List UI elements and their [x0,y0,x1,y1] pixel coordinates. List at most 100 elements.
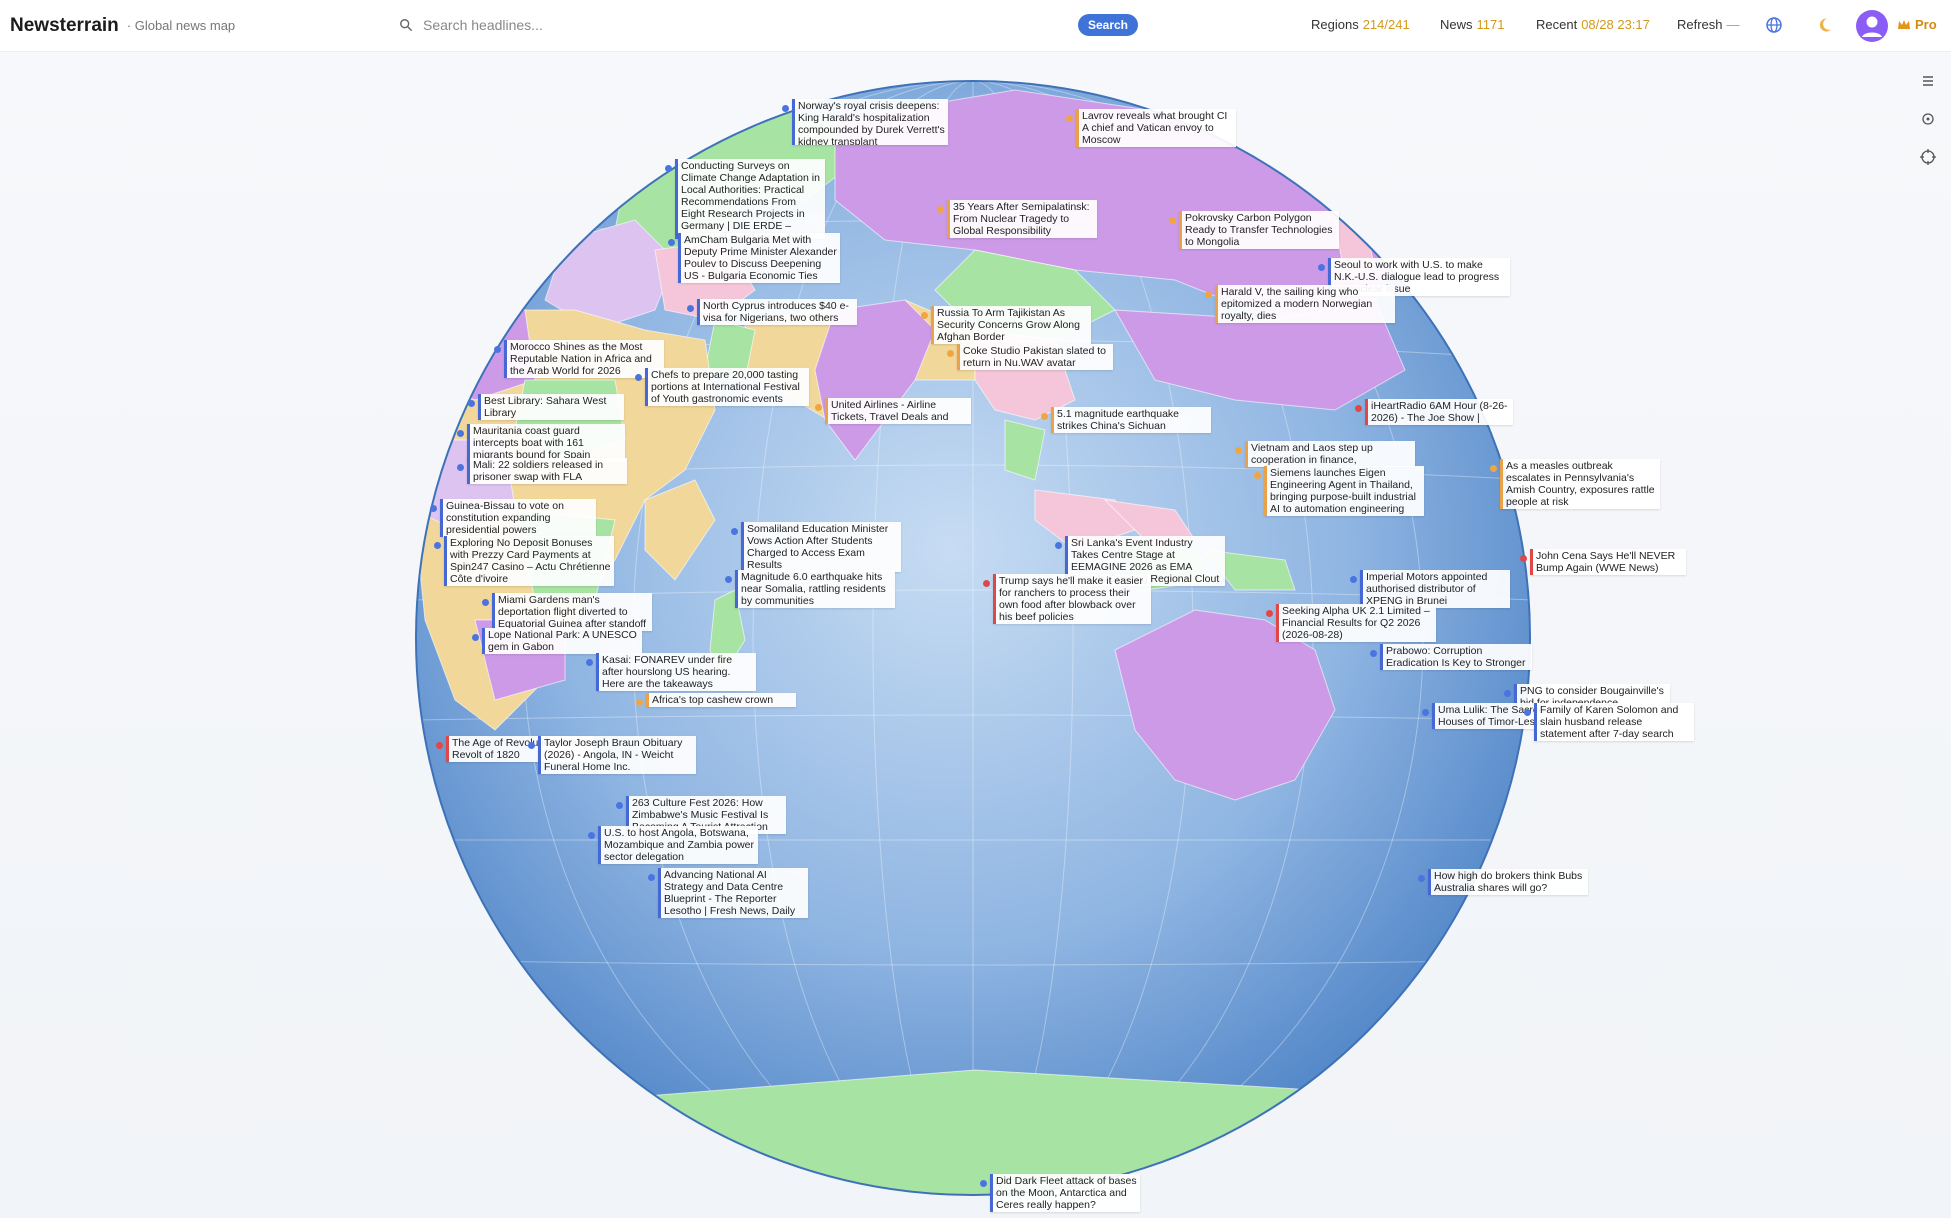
news-pin[interactable] [635,374,642,381]
news-pin[interactable] [1169,217,1176,224]
news-pin[interactable] [616,802,623,809]
headline-label[interactable]: United Airlines - Airline Tickets, Trave… [825,398,971,424]
headline-label[interactable]: Guinea-Bissau to vote on constitution ex… [440,499,596,537]
news-pin[interactable] [947,350,954,357]
news-pin[interactable] [457,430,464,437]
headline-label[interactable]: Magnitude 6.0 earthquake hits near Somal… [735,570,895,608]
news-pin[interactable] [1355,405,1362,412]
news-pin[interactable] [937,206,944,213]
headline-label[interactable]: Family of Karen Solomon and slain husban… [1534,703,1694,741]
news-pin[interactable] [1524,709,1531,716]
headline-label[interactable]: Best Library: Sahara West Library [478,394,624,420]
headline-label[interactable]: Exploring No Deposit Bonuses with Prezzy… [444,536,614,586]
news-pin[interactable] [482,599,489,606]
headline-label[interactable]: Imperial Motors appointed authorised dis… [1360,570,1510,608]
headline-label[interactable]: Somaliland Education Minister Vows Actio… [741,522,901,572]
refresh-label: Refresh [1677,17,1723,32]
avatar[interactable] [1855,9,1889,43]
headline-label[interactable]: Lope National Park: A UNESCO gem in Gabo… [482,628,642,654]
headline-label[interactable]: Lavrov reveals what brought CI A chief a… [1076,109,1236,147]
headline-label[interactable]: iHeartRadio 6AM Hour (8-26-2026) - The J… [1365,399,1513,425]
headline-label[interactable]: John Cena Says He'll NEVER Bump Again (W… [1530,549,1686,575]
headline-label[interactable]: Mauritania coast guard intercepts boat w… [467,424,625,462]
news-pin[interactable] [436,742,443,749]
news-pin[interactable] [1422,709,1429,716]
headline-label[interactable]: Siemens launches Eigen Engineering Agent… [1264,466,1424,516]
news-pin[interactable] [1055,542,1062,549]
news-pin[interactable] [1350,576,1357,583]
headline-label[interactable]: Advancing National AI Strategy and Data … [658,868,808,918]
headline-label[interactable]: Trump says he'll make it easier for ranc… [993,574,1151,624]
news-pin[interactable] [1490,465,1497,472]
news-pin[interactable] [1418,875,1425,882]
news-pin[interactable] [1266,610,1273,617]
news-pin[interactable] [434,542,441,549]
news-pin[interactable] [1318,264,1325,271]
news-pin[interactable] [1520,555,1527,562]
target-icon[interactable] [1917,108,1939,130]
news-pin[interactable] [1254,472,1261,479]
news-value: 1171 [1476,17,1505,32]
news-pin[interactable] [725,576,732,583]
news-pin[interactable] [687,305,694,312]
headline-label[interactable]: Mali: 22 soldiers released in prisoner s… [467,458,627,484]
headline-label[interactable]: 5.1 magnitude earthquake strikes China's… [1051,407,1211,433]
news-pin[interactable] [921,312,928,319]
news-pin[interactable] [665,165,672,172]
news-pin[interactable] [430,505,437,512]
headline-label[interactable]: How high do brokers think Bubs Australia… [1428,869,1588,895]
globe-icon[interactable] [1764,15,1784,35]
news-pin[interactable] [528,742,535,749]
news-pin[interactable] [668,239,675,246]
search-button[interactable]: Search [1078,14,1138,36]
headline-label[interactable]: Did Dark Fleet attack of bases on the Mo… [990,1174,1140,1212]
news-pin[interactable] [636,699,643,706]
news-pin[interactable] [1370,650,1377,657]
news-pin[interactable] [472,634,479,641]
headline-label[interactable]: Morocco Shines as the Most Reputable Nat… [504,340,664,378]
headline-label[interactable]: 35 Years After Semipalatinsk: From Nucle… [947,200,1097,238]
news-pin[interactable] [980,1180,987,1187]
headline-label[interactable]: Vietnam and Laos step up cooperation in … [1245,441,1415,467]
headline-label[interactable]: Pokrovsky Carbon Polygon Ready to Transf… [1179,211,1339,249]
news-pin[interactable] [1066,115,1073,122]
headline-label[interactable]: Africa's top cashew crown [646,693,796,707]
app-logo[interactable]: Newsterrain [10,15,119,37]
moon-icon[interactable] [1814,15,1834,35]
headline-label[interactable]: Harald V, the sailing king who epitomize… [1215,285,1395,323]
headline-label[interactable]: AmCham Bulgaria Met with Deputy Prime Mi… [678,233,840,283]
headline-label[interactable]: Chefs to prepare 20,000 tasting portions… [645,368,809,406]
news-pin[interactable] [1235,447,1242,454]
headline-label[interactable]: Miami Gardens man's deportation flight d… [492,593,652,631]
news-pin[interactable] [815,404,822,411]
news-pin[interactable] [731,528,738,535]
headline-label[interactable]: U.S. to host Angola, Botswana, Mozambiqu… [598,826,758,864]
headline-label[interactable]: Coke Studio Pakistan slated to return in… [957,344,1113,370]
news-pin[interactable] [468,400,475,407]
headline-label[interactable]: Seeking Alpha UK 2.1 Limited – Financial… [1276,604,1436,642]
pro-badge[interactable]: Pro [1915,17,1937,32]
search-icon [400,19,412,31]
news-pin[interactable] [586,659,593,666]
headline-label[interactable]: Norway's royal crisis deepens: King Hara… [792,99,948,145]
headline-label[interactable]: Conducting Surveys on Climate Change Ada… [675,159,825,239]
crosshair-icon[interactable] [1917,146,1939,168]
headline-label[interactable]: North Cyprus introduces $40 e-visa for N… [697,299,857,325]
news-pin[interactable] [648,874,655,881]
headline-label[interactable]: Prabowo: Corruption Eradication Is Key t… [1380,644,1532,670]
headline-label[interactable]: Kasai: FONAREV under fire after hourslon… [596,653,756,691]
news-pin[interactable] [983,580,990,587]
news-pin[interactable] [1205,291,1212,298]
menu-icon[interactable] [1917,70,1939,92]
news-pin[interactable] [1504,690,1511,697]
headline-label[interactable]: Taylor Joseph Braun Obituary (2026) - An… [538,736,696,774]
news-pin[interactable] [588,832,595,839]
news-pin[interactable] [782,105,789,112]
headline-label[interactable]: Russia To Arm Tajikistan As Security Con… [931,306,1091,344]
refresh-button[interactable]: Refresh — [1677,17,1740,32]
news-pin[interactable] [1041,413,1048,420]
headline-label[interactable]: As a measles outbreak escalates in Penns… [1500,459,1660,509]
news-pin[interactable] [494,346,501,353]
search-input[interactable] [421,16,1139,34]
news-pin[interactable] [457,464,464,471]
